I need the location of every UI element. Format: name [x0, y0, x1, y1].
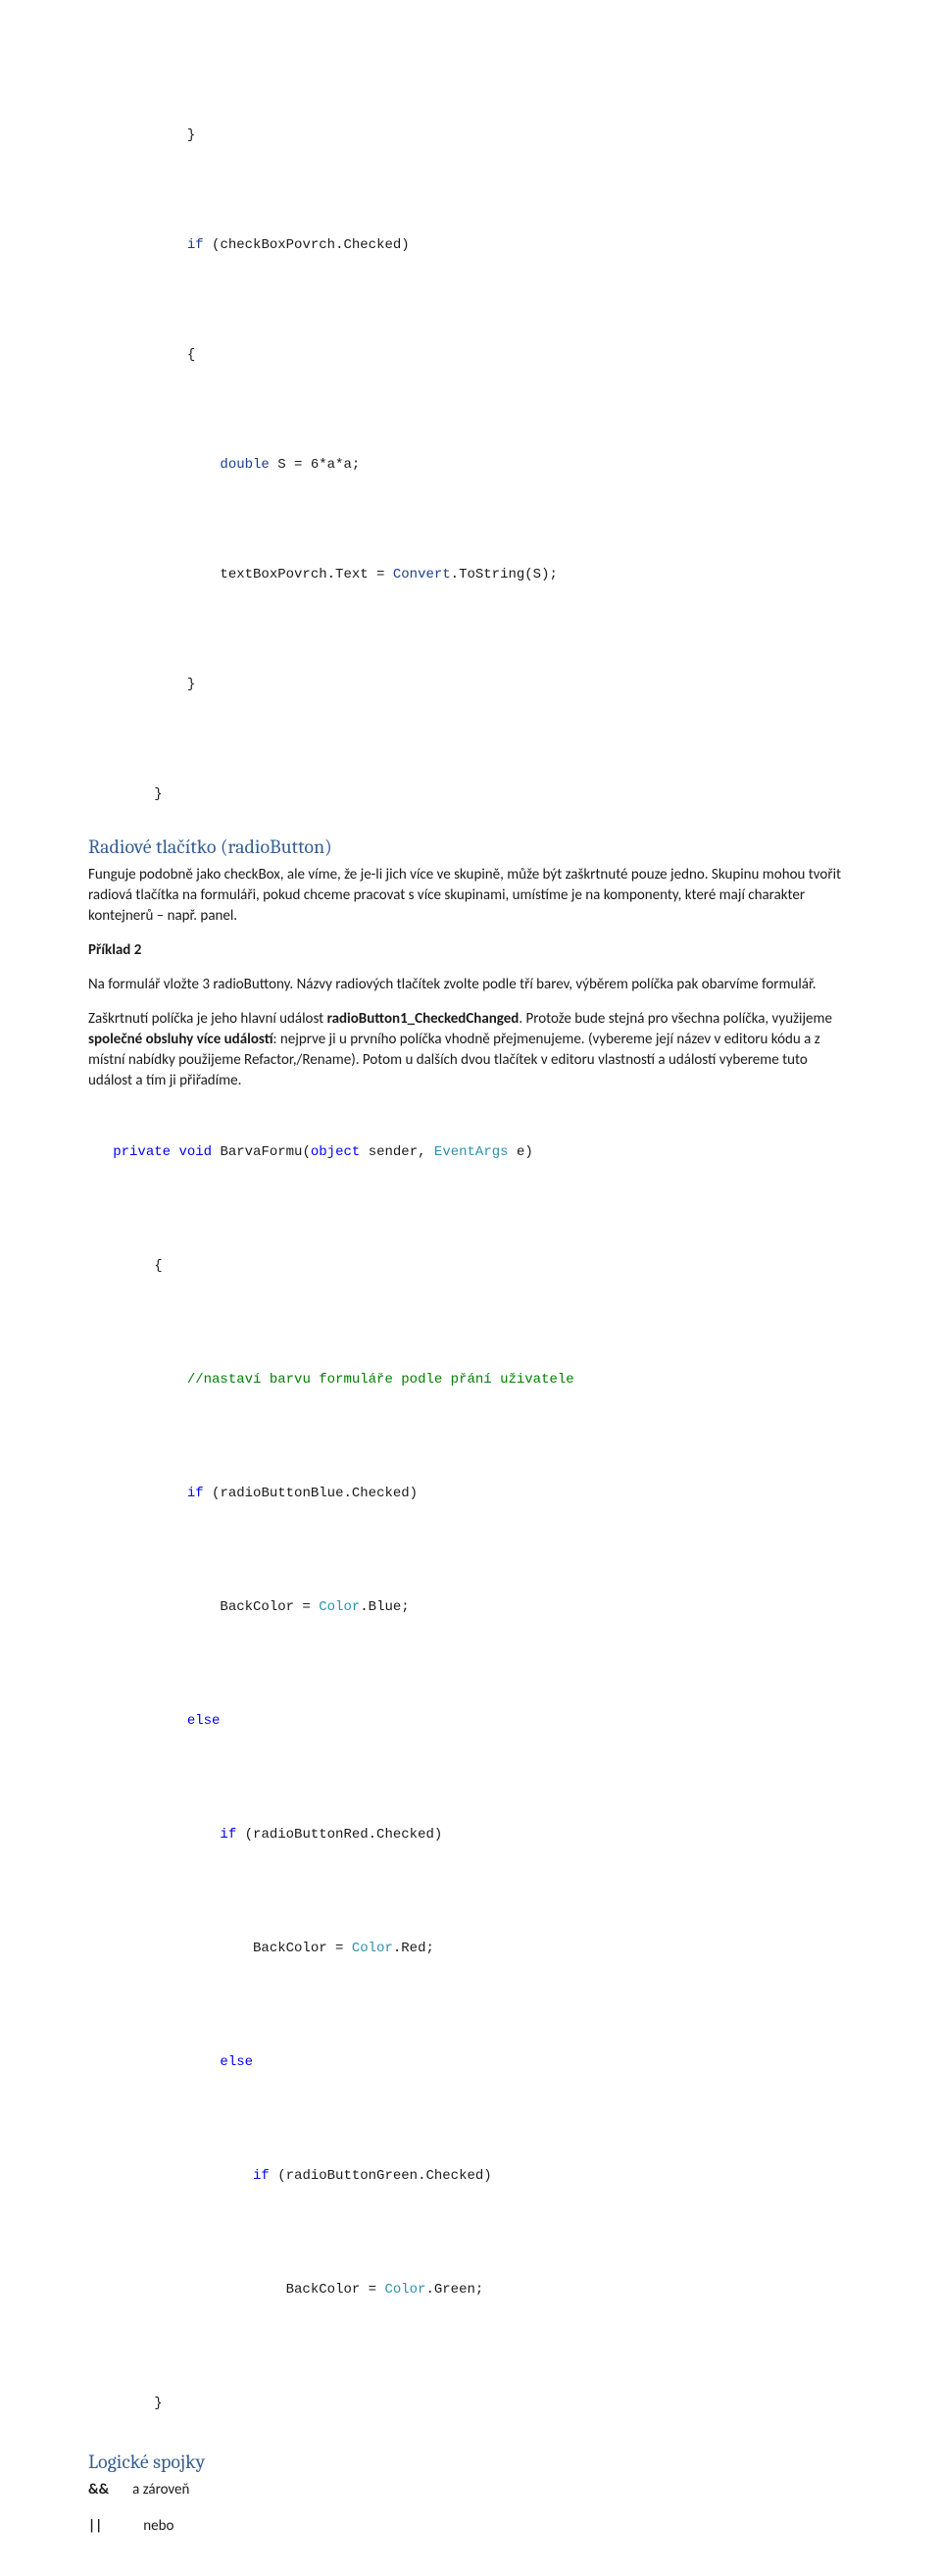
code-line: double S = 6*a*a;	[88, 456, 853, 476]
code-line: if (radioButtonBlue.Checked)	[88, 1485, 853, 1504]
code-line: {	[88, 1257, 853, 1277]
heading-logical-operators: Logické spojky	[88, 2449, 853, 2476]
paragraph: Funguje podobně jako checkBox, ale víme,…	[88, 865, 853, 927]
paragraph: Na formulář vložte 3 radioButtony. Názvy…	[88, 975, 853, 995]
code-block-1: } if (checkBoxPovrch.Checked) { double S…	[88, 88, 853, 824]
code-line: }	[88, 126, 853, 146]
code-block-2: private void BarvaFormu(object sender, E…	[88, 1105, 853, 2433]
code-line: BackColor = Color.Red;	[88, 1940, 853, 1959]
code-line: BackColor = Color.Green;	[88, 2281, 853, 2300]
operator-table: && a zároveň	[88, 2480, 213, 2500]
operator-label: nebo	[143, 2516, 197, 2537]
operator-symbol: &&	[88, 2480, 132, 2500]
code-line: if (radioButtonGreen.Checked)	[88, 2167, 853, 2187]
code-line: }	[88, 676, 853, 695]
code-line: private void BarvaFormu(object sender, E…	[88, 1143, 853, 1163]
code-line: }	[88, 785, 853, 805]
code-line: //nastaví barvu formuláře podle přání už…	[88, 1371, 853, 1390]
code-line: {	[88, 346, 853, 366]
code-line: if (checkBoxPovrch.Checked)	[88, 236, 853, 256]
code-line: }	[88, 2395, 853, 2414]
code-line: else	[88, 2053, 853, 2073]
code-line: textBoxPovrch.Text = Convert.ToString(S)…	[88, 566, 853, 585]
paragraph: Zaškrtnutí políčka je jeho hlavní událos…	[88, 1009, 853, 1091]
code-line: BackColor = Color.Blue;	[88, 1598, 853, 1618]
operator-table: || nebo	[88, 2516, 197, 2537]
code-line: if (radioButtonRed.Checked)	[88, 1826, 853, 1845]
heading-radiobutton: Radiové tlačítko (radioButton)	[88, 833, 853, 861]
example-label: Příklad 2	[88, 940, 853, 961]
code-line: else	[88, 1712, 853, 1732]
operator-label: a zároveň	[132, 2480, 213, 2500]
operator-symbol: ||	[88, 2516, 143, 2537]
